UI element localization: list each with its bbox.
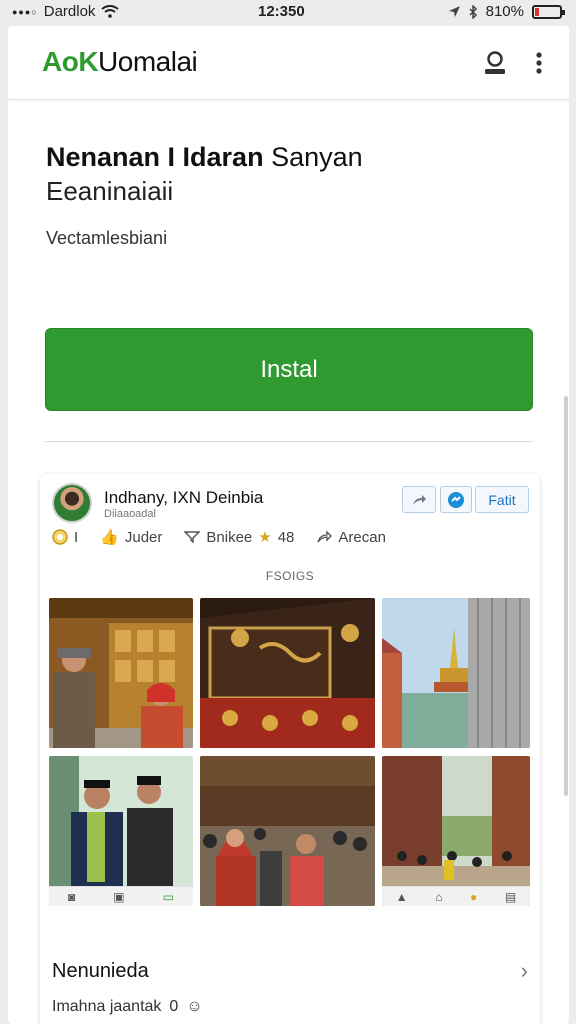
reaction-bar: I 👍 Juder Bnikee ★ 48 Arecan <box>52 528 386 546</box>
share-link[interactable]: Arecan <box>316 529 386 546</box>
photo-street-crowd[interactable] <box>200 756 375 906</box>
badge-icon <box>52 529 68 545</box>
like-button[interactable]: 👍 Juder <box>100 528 162 547</box>
share-button[interactable] <box>402 486 436 513</box>
profile-button[interactable] <box>480 48 510 78</box>
scrollbar[interactable] <box>564 396 568 796</box>
post-meta: Diiaaoadal <box>104 508 156 520</box>
bluetooth-icon <box>469 4 477 19</box>
photo-toolbar: ◙ ▣ ▭ <box>49 886 193 906</box>
coin-icon[interactable]: ● <box>470 890 477 904</box>
photo-two-men[interactable]: ◙ ▣ ▭ <box>49 756 193 906</box>
install-button[interactable]: Instal <box>45 328 533 411</box>
photo-toolbar: ▲ ⌂ ● ▤ <box>382 886 530 906</box>
app-bar: AoKUomalai <box>8 26 569 100</box>
status-bar: ●●●○ Dardlok 12:350 810% <box>0 0 576 24</box>
share-arrow-icon <box>317 530 333 543</box>
battery-percent: 810% <box>485 3 524 20</box>
more-vertical-icon <box>536 52 542 74</box>
more-options-button[interactable] <box>524 48 554 78</box>
wifi-icon <box>101 5 120 18</box>
follow-button[interactable]: Fatit <box>475 486 529 513</box>
divider <box>45 441 533 442</box>
location-icon <box>448 6 460 17</box>
photo-traditional-house-couple[interactable] <box>49 598 193 748</box>
card-icon[interactable]: ▤ <box>505 890 516 904</box>
post-author[interactable]: Indhany, IXN Deinbia <box>104 488 263 508</box>
chevron-right-icon: › <box>520 958 528 983</box>
more-title: Nenunieda <box>52 959 149 982</box>
messenger-button[interactable] <box>440 486 472 513</box>
page-title-line2: Eeaninaiaii <box>46 176 174 206</box>
clock: 12:350 <box>258 3 305 20</box>
reaction-item[interactable]: I <box>52 529 78 546</box>
carrier-name: Dardlok <box>43 3 96 20</box>
user-icon <box>485 51 505 74</box>
bookmark-button[interactable]: Bnikee ★ 48 <box>184 528 294 546</box>
bookmark-icon <box>184 531 201 543</box>
post-card: Indhany, IXN Deinbia Diiaaoadal Fatit I … <box>40 474 540 1024</box>
app-panel: AoKUomalai Nenanan I Idaran Sanyan Eeani… <box>8 26 569 1024</box>
thumb-icon: 👍 <box>100 529 119 546</box>
page-title: Nenanan I Idaran Sanyan <box>46 142 363 172</box>
image-icon[interactable]: ▭ <box>163 890 174 904</box>
up-arrow-icon[interactable]: ▲ <box>396 890 408 904</box>
more-section-row[interactable]: Nenunieda › <box>52 954 528 988</box>
app-logo: AoKUomalai <box>42 46 198 77</box>
share-arrow-icon <box>413 494 426 505</box>
case-icon[interactable]: ▣ <box>113 890 124 904</box>
avatar[interactable] <box>52 483 92 523</box>
signal-icon: ●●●○ <box>12 6 38 17</box>
photo-pagoda-river[interactable] <box>382 598 530 748</box>
camera-icon[interactable]: ◙ <box>68 890 75 904</box>
photo-carved-ornament[interactable] <box>200 598 375 748</box>
smile-icon[interactable]: ☺ <box>186 998 202 1016</box>
footer-line: Imahna jaantak 0 ☺ <box>52 998 203 1016</box>
home-icon[interactable]: ⌂ <box>435 890 442 904</box>
star-icon: ★ <box>258 529 272 546</box>
photo-market-street[interactable]: ▲ ⌂ ● ▤ <box>382 756 530 906</box>
section-label: FSOIGS <box>265 569 315 583</box>
battery-icon <box>532 4 565 19</box>
page-subtitle: Vectamlesbiani <box>46 228 168 248</box>
chat-icon <box>448 491 464 508</box>
